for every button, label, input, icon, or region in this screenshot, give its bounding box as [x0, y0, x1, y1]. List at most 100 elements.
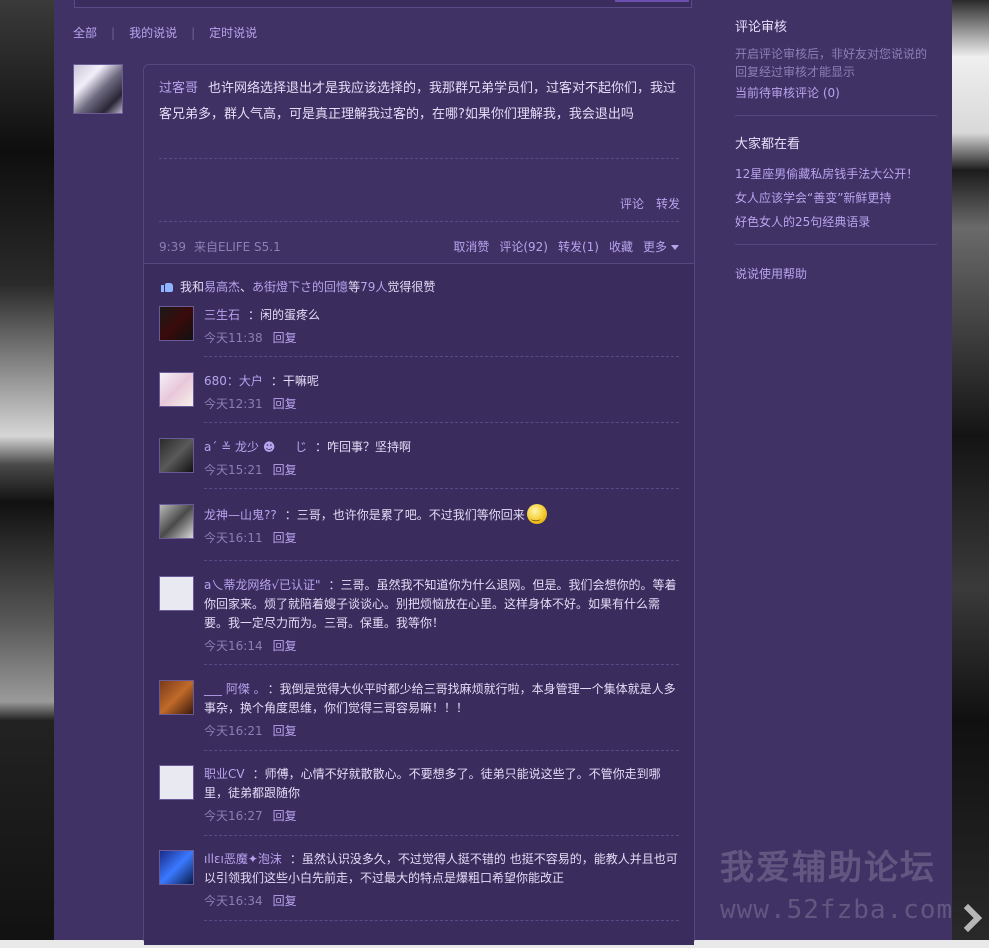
review-title: 评论审核 [735, 20, 788, 35]
commenter-avatar[interactable] [159, 372, 194, 407]
commenter-name[interactable]: ıllεı恶魔✦泡沫 [204, 852, 282, 866]
chevron-right-icon[interactable] [952, 902, 978, 936]
pending-review-link[interactable]: 当前待审核评论 (0) [735, 81, 937, 105]
help-link[interactable]: 说说使用帮助 [735, 262, 937, 286]
commenter-avatar[interactable] [159, 306, 194, 341]
likes-suffix: 觉得很赞 [387, 280, 436, 294]
post-author-name[interactable]: 过客哥 [159, 81, 198, 96]
trending-link[interactable]: 女人应该学会“善变”新鲜更持 [735, 186, 937, 210]
chevron-down-icon [671, 245, 679, 250]
divider [204, 835, 679, 836]
comment-time: 今天16:11 [204, 531, 263, 545]
tab-separator: | [111, 25, 116, 40]
commenter-name[interactable]: 三生石 [204, 308, 240, 322]
comment-time: 今天15:21 [204, 463, 263, 477]
commenter-name[interactable]: ___ 阿傑 。 [204, 682, 260, 696]
comment-panel: 我和 易高杰、あ街燈下さ的回憶 等 79人 觉得很赞 三生石 ：闲的蛋疼么 今天11:3… [144, 263, 694, 945]
post-actions: 取消赞 评论(92) 转发(1) 收藏 更多 [453, 238, 679, 255]
post-source: 来自ELIFE S5.1 [193, 240, 281, 254]
reply-button[interactable]: 回复 [273, 894, 297, 908]
main-panel: 全部 | 我的说说 | 定时说说 过客哥 也许网络选择退出才是我应该选择的，我那群… [54, 0, 952, 945]
thumbs-up-icon [161, 281, 173, 292]
reply-button[interactable]: 回复 [273, 639, 297, 653]
comment-time: 今天16:34 [204, 894, 263, 908]
comment-body: ıllεı恶魔✦泡沫 ：虽然认识没多久，不过觉得人挺不错的 也挺不容易的，能教人并… [204, 850, 679, 911]
likes-prefix: 我和 [180, 280, 205, 294]
like-user-2[interactable]: あ街燈下さ的回憶 [252, 278, 348, 295]
divider [204, 356, 679, 357]
background-left [0, 0, 54, 948]
publish-box[interactable] [74, 0, 692, 8]
post-author-avatar[interactable] [73, 64, 123, 114]
commenter-avatar[interactable] [159, 576, 194, 611]
commenter-avatar[interactable] [159, 504, 194, 539]
reply-button[interactable]: 回复 [273, 463, 297, 477]
divider [204, 920, 679, 921]
commenter-avatar[interactable] [159, 438, 194, 473]
trending-link[interactable]: 好色女人的25句经典语录 [735, 210, 937, 234]
inner-comment-link[interactable]: 评论 [620, 195, 644, 212]
comment-time: 今天16:21 [204, 724, 263, 738]
sidebar: 评论审核 开启评论审核后，非好友对您说说的回复经过审核才能显示 当前待审核评论 … [735, 16, 937, 286]
comment-body: 680：大户 ：干嘛呢 今天12:31 回复 [204, 372, 679, 414]
trending-link[interactable]: 12星座男偷藏私房钱手法大公开！ [735, 162, 937, 186]
tab-separator: | [191, 25, 196, 40]
divider [204, 488, 679, 489]
divider [735, 115, 937, 116]
comment-time: 今天16:27 [204, 809, 263, 823]
inner-forward-link[interactable]: 转发 [656, 195, 680, 212]
reply-button[interactable]: 回复 [273, 397, 297, 411]
commenter-avatar[interactable] [159, 765, 194, 800]
review-description: 开启评论审核后，非好友对您说说的回复经过审核才能显示 [735, 47, 928, 79]
more-button[interactable]: 更多 [643, 238, 679, 255]
comment-text: ：咋回事？坚持啊 [315, 440, 412, 454]
watermark-line-1: 我爱辅助论坛 [720, 848, 936, 888]
commenter-name[interactable]: a´ ≚ 龙少 ☻ じ [204, 440, 307, 454]
publish-button[interactable] [615, 0, 689, 2]
divider [159, 158, 679, 159]
likes-sep: 、 [240, 280, 253, 294]
comment-time: 今天12:31 [204, 397, 263, 411]
post-content: 过客哥 也许网络选择退出才是我应该选择的，我那群兄弟学员们，过客对不起你们，我过客… [159, 76, 679, 128]
forward-button[interactable]: 转发(1) [558, 238, 599, 255]
post-inner-actions: 评论 转发 [620, 195, 680, 212]
background-right [952, 0, 989, 948]
divider [159, 221, 679, 222]
tab-scheduled[interactable]: 定时说说 [209, 24, 257, 41]
comment-time: 今天16:14 [204, 639, 263, 653]
commenter-name[interactable]: 职业CV [204, 767, 245, 781]
comment-text: ：我倒是觉得大伙平时都少给三哥找麻烦就行啦，本身管理一个集体就是人多事杂，换个角… [204, 682, 676, 715]
reply-button[interactable]: 回复 [273, 724, 297, 738]
divider [735, 244, 937, 245]
like-count[interactable]: 79人 [360, 278, 387, 295]
like-user-1[interactable]: 易高杰 [204, 278, 240, 295]
post-time: 9:39 [159, 240, 186, 254]
likes-mid: 等 [348, 280, 361, 294]
commenter-name[interactable]: a乀蒂龙网络√已认证" [204, 578, 321, 592]
commenter-name[interactable]: 龙神—山鬼?? [204, 508, 277, 522]
trending-title: 大家都在看 [735, 137, 801, 152]
post-text: 也许网络选择退出才是我应该选择的，我那群兄弟学员们，过客对不起你们，我过客兄弟多… [159, 81, 677, 122]
tab-all[interactable]: 全部 [73, 24, 97, 41]
comment-text: ：师傅，心情不好就散散心。不要想多了。徒弟只能说这些了。不管你走到哪里，徒弟都跟… [204, 767, 661, 800]
tab-mine[interactable]: 我的说说 [129, 24, 177, 41]
comment-button[interactable]: 评论(92) [499, 238, 548, 255]
reply-button[interactable]: 回复 [273, 331, 297, 345]
comment-body: ___ 阿傑 。：我倒是觉得大伙平时都少给三哥找麻烦就行啦，本身管理一个集体就是… [204, 680, 679, 741]
comment-body: 三生石 ：闲的蛋疼么 今天11:38 回复 [204, 306, 679, 348]
post-card: 过客哥 也许网络选择退出才是我应该选择的，我那群兄弟学员们，过客对不起你们，我过客… [143, 64, 695, 945]
watermark-line-2: www.52fzba.com [720, 895, 954, 925]
comment-text: ：闲的蛋疼么 [248, 308, 321, 322]
reply-button[interactable]: 回复 [273, 809, 297, 823]
reply-button[interactable]: 回复 [273, 531, 297, 545]
divider [204, 750, 679, 751]
smiley-emoji-icon [526, 504, 547, 526]
likes-summary: 我和 易高杰、あ街燈下さ的回憶 等 79人 觉得很赞 [161, 278, 435, 295]
commenter-avatar[interactable] [159, 680, 194, 715]
commenter-name[interactable]: 680：大户 [204, 374, 263, 388]
post-meta: 9:39 来自ELIFE S5.1 取消赞 评论(92) 转发(1) 收藏 更多 [159, 238, 679, 254]
favorite-button[interactable]: 收藏 [609, 238, 633, 255]
commenter-avatar[interactable] [159, 850, 194, 885]
comment-body: a´ ≚ 龙少 ☻ じ ：咋回事？坚持啊 今天15:21 回复 [204, 438, 679, 480]
unlike-button[interactable]: 取消赞 [453, 238, 489, 255]
